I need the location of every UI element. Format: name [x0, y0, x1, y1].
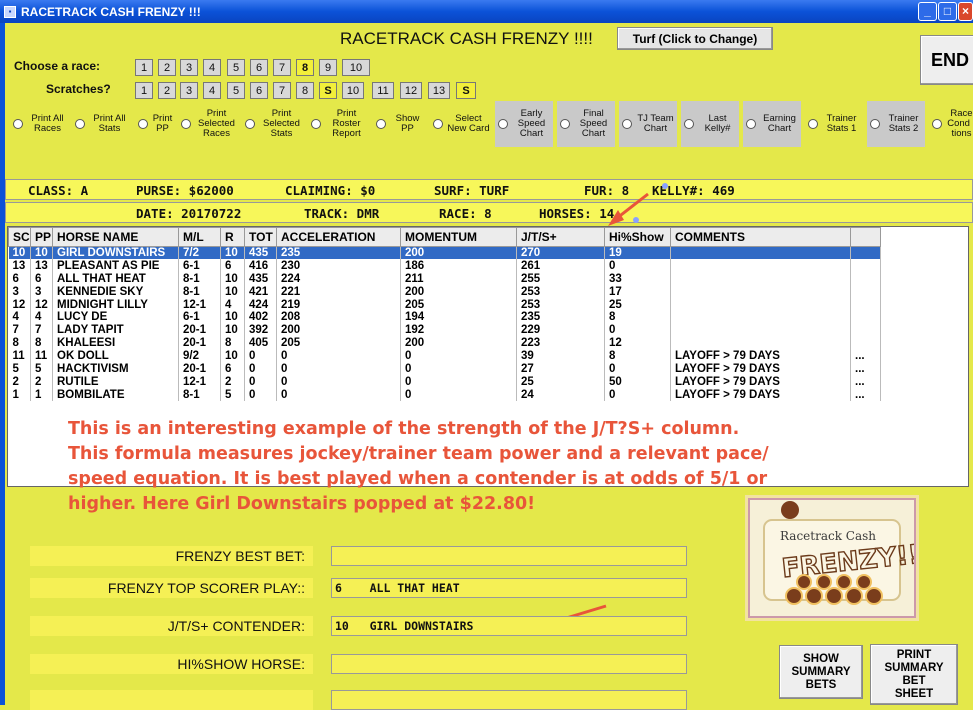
extra-field[interactable]	[331, 690, 687, 710]
hishow-field[interactable]	[331, 654, 687, 674]
jts-contender-label: J/T/S+ CONTENDER:	[30, 616, 313, 636]
best-bet-field[interactable]	[331, 546, 687, 566]
hishow-label: HI%SHOW HORSE:	[30, 654, 313, 674]
show-summary-bets-button[interactable]: SHOW SUMMARY BETS	[779, 645, 863, 699]
top-scorer-field[interactable]: 6 ALL THAT HEAT	[331, 578, 687, 598]
extra-label	[30, 690, 313, 710]
frenzy-logo-art: Racetrack Cash FRENZY!!	[763, 501, 922, 605]
top-scorer-label: FRENZY TOP SCORER PLAY::	[30, 578, 313, 598]
best-bet-label: FRENZY BEST BET:	[30, 546, 313, 566]
jts-contender-field[interactable]: 10 GIRL DOWNSTAIRS	[331, 616, 687, 636]
frenzy-logo: Racetrack Cash FRENZY!!	[748, 498, 922, 618]
arrow-to-jts-column	[608, 183, 668, 226]
print-summary-bet-sheet-button[interactable]: PRINT SUMMARY BET SHEET	[870, 644, 958, 705]
logo-line1: Racetrack Cash	[780, 529, 876, 543]
